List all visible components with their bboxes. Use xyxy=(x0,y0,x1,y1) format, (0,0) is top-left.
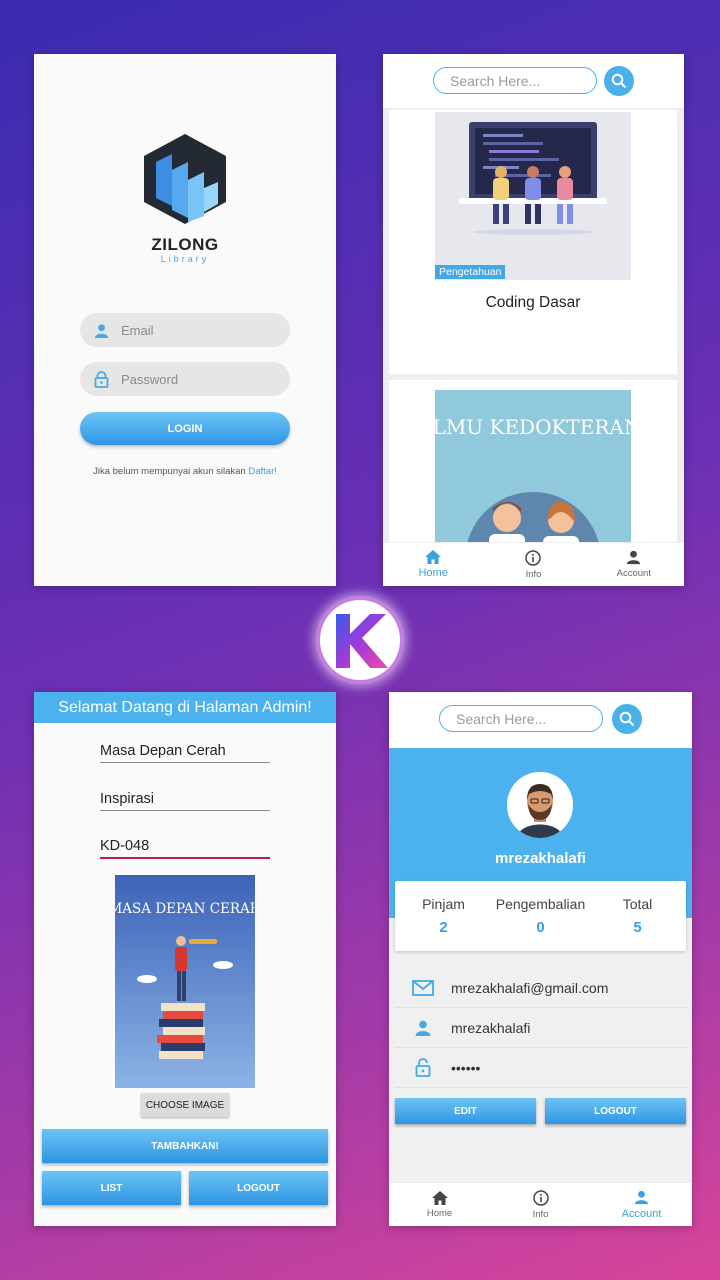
search-button[interactable] xyxy=(612,704,642,734)
k-logo-icon xyxy=(336,614,388,668)
password-value: •••••• xyxy=(451,1059,481,1076)
logout-button[interactable]: LOGOUT xyxy=(545,1098,686,1124)
signup-prompt: Jika belum mempunyai akun silakan Daftar… xyxy=(34,466,336,477)
app-logo: ZILONG Library xyxy=(138,132,232,264)
info-icon xyxy=(525,549,542,566)
nav-home[interactable]: Home xyxy=(389,1183,490,1226)
nav-info-label: Info xyxy=(532,1208,549,1220)
stat-borrow: Pinjam 2 xyxy=(395,881,492,951)
category-field[interactable]: Inspirasi xyxy=(100,791,270,811)
brand-logo xyxy=(316,596,404,684)
account-icon xyxy=(634,1190,649,1204)
email-placeholder: Email xyxy=(121,322,154,338)
avatar xyxy=(507,772,573,838)
edit-button[interactable]: EDIT xyxy=(395,1098,536,1124)
user-avatar-icon xyxy=(507,772,573,838)
stat-label: Pinjam xyxy=(422,896,465,912)
username: mrezakhalafi xyxy=(495,850,586,867)
lock-open-icon xyxy=(395,1058,451,1077)
nav-account[interactable]: Account xyxy=(584,543,684,586)
stat-label: Total xyxy=(622,896,653,912)
search-placeholder: Search Here... xyxy=(456,710,547,727)
bottom-nav: Home Info Account xyxy=(383,542,684,586)
nav-account-label: Account xyxy=(616,568,651,579)
account-info-list: mrezakhalafi@gmail.com mrezakhalafi ••••… xyxy=(395,968,686,1088)
search-input[interactable]: Search Here... xyxy=(433,67,597,94)
mail-icon xyxy=(395,979,451,996)
search-button[interactable] xyxy=(604,66,634,96)
cover-title-text: MASA DEPAN CERAH xyxy=(115,901,255,917)
admin-screen: Selamat Datang di Halaman Admin! Masa De… xyxy=(34,692,336,1226)
book-card[interactable]: Pengetahuan Coding Dasar xyxy=(389,110,677,374)
book-cover-coding xyxy=(435,112,631,280)
stat-value: 0 xyxy=(536,919,545,936)
signup-text: Jika belum mempunyai akun silakan xyxy=(93,466,246,477)
password-field[interactable]: Password xyxy=(80,362,290,396)
nav-info[interactable]: Info xyxy=(483,543,583,586)
home-icon xyxy=(425,550,442,564)
email-row: mrezakhalafi@gmail.com xyxy=(395,968,686,1008)
search-placeholder: Search Here... xyxy=(450,72,541,89)
stat-total: Total 5 xyxy=(589,881,686,951)
library-logo-icon xyxy=(144,134,226,224)
nav-info-label: Info xyxy=(525,568,542,580)
nav-home[interactable]: Home xyxy=(383,543,483,586)
stat-value: 2 xyxy=(439,919,448,936)
add-button[interactable]: TAMBAHKAN! xyxy=(42,1129,328,1163)
choose-image-button[interactable]: CHOOSE IMAGE xyxy=(141,1093,229,1117)
admin-header: Selamat Datang di Halaman Admin! xyxy=(34,692,336,723)
stat-value: 5 xyxy=(633,919,642,936)
list-button[interactable]: LIST xyxy=(42,1171,181,1205)
logo-subtitle: Library xyxy=(160,254,210,264)
logo-title: ZILONG xyxy=(151,235,219,254)
username-value: mrezakhalafi xyxy=(451,1019,531,1036)
nav-home-label: Home xyxy=(426,1207,453,1219)
code-field[interactable]: KD-048 xyxy=(100,838,270,859)
signup-link[interactable]: Daftar! xyxy=(248,466,277,477)
nav-info[interactable]: Info xyxy=(490,1183,591,1226)
username-row: mrezakhalafi xyxy=(395,1008,686,1048)
nav-account[interactable]: Account xyxy=(591,1183,692,1226)
cover-title-text: ILMU KEDOKTERAN xyxy=(435,415,631,439)
account-icon xyxy=(627,550,641,565)
logout-button[interactable]: LOGOUT xyxy=(189,1171,328,1205)
book-title: Coding Dasar xyxy=(485,294,581,311)
stats-card: Pinjam 2 Pengembalian 0 Total 5 xyxy=(395,881,686,951)
book-feed[interactable]: Pengetahuan Coding Dasar ILMU KEDOKTERAN xyxy=(383,108,684,586)
nav-home-label: Home xyxy=(418,567,448,579)
bottom-nav: Home Info Account xyxy=(389,1182,692,1226)
user-icon xyxy=(92,321,110,339)
search-icon xyxy=(611,73,627,89)
password-placeholder: Password xyxy=(121,371,179,387)
user-icon xyxy=(395,1020,451,1036)
lock-icon xyxy=(92,370,110,388)
search-input[interactable]: Search Here... xyxy=(439,705,603,732)
password-row: •••••• xyxy=(395,1048,686,1088)
info-icon xyxy=(532,1189,549,1206)
home-icon xyxy=(431,1190,448,1205)
category-badge: Pengetahuan xyxy=(435,265,506,279)
nav-account-label: Account xyxy=(621,1207,662,1220)
title-field[interactable]: Masa Depan Cerah xyxy=(100,743,270,763)
login-screen: ZILONG Library Email Password LOGIN Jika… xyxy=(34,54,336,586)
account-screen: Search Here... mrezakhalafi Pinjam 2 Pen… xyxy=(389,692,692,1226)
email-value: mrezakhalafi@gmail.com xyxy=(451,979,609,996)
login-button[interactable]: LOGIN xyxy=(80,412,290,445)
stat-label: Pengembalian xyxy=(495,896,586,912)
book-cover-preview: MASA DEPAN CERAH xyxy=(115,875,255,1088)
stat-return: Pengembalian 0 xyxy=(492,881,589,951)
search-icon xyxy=(619,711,635,727)
home-screen: Search Here... Pengetahuan Coding Dasar … xyxy=(383,54,684,586)
email-field[interactable]: Email xyxy=(80,313,290,347)
